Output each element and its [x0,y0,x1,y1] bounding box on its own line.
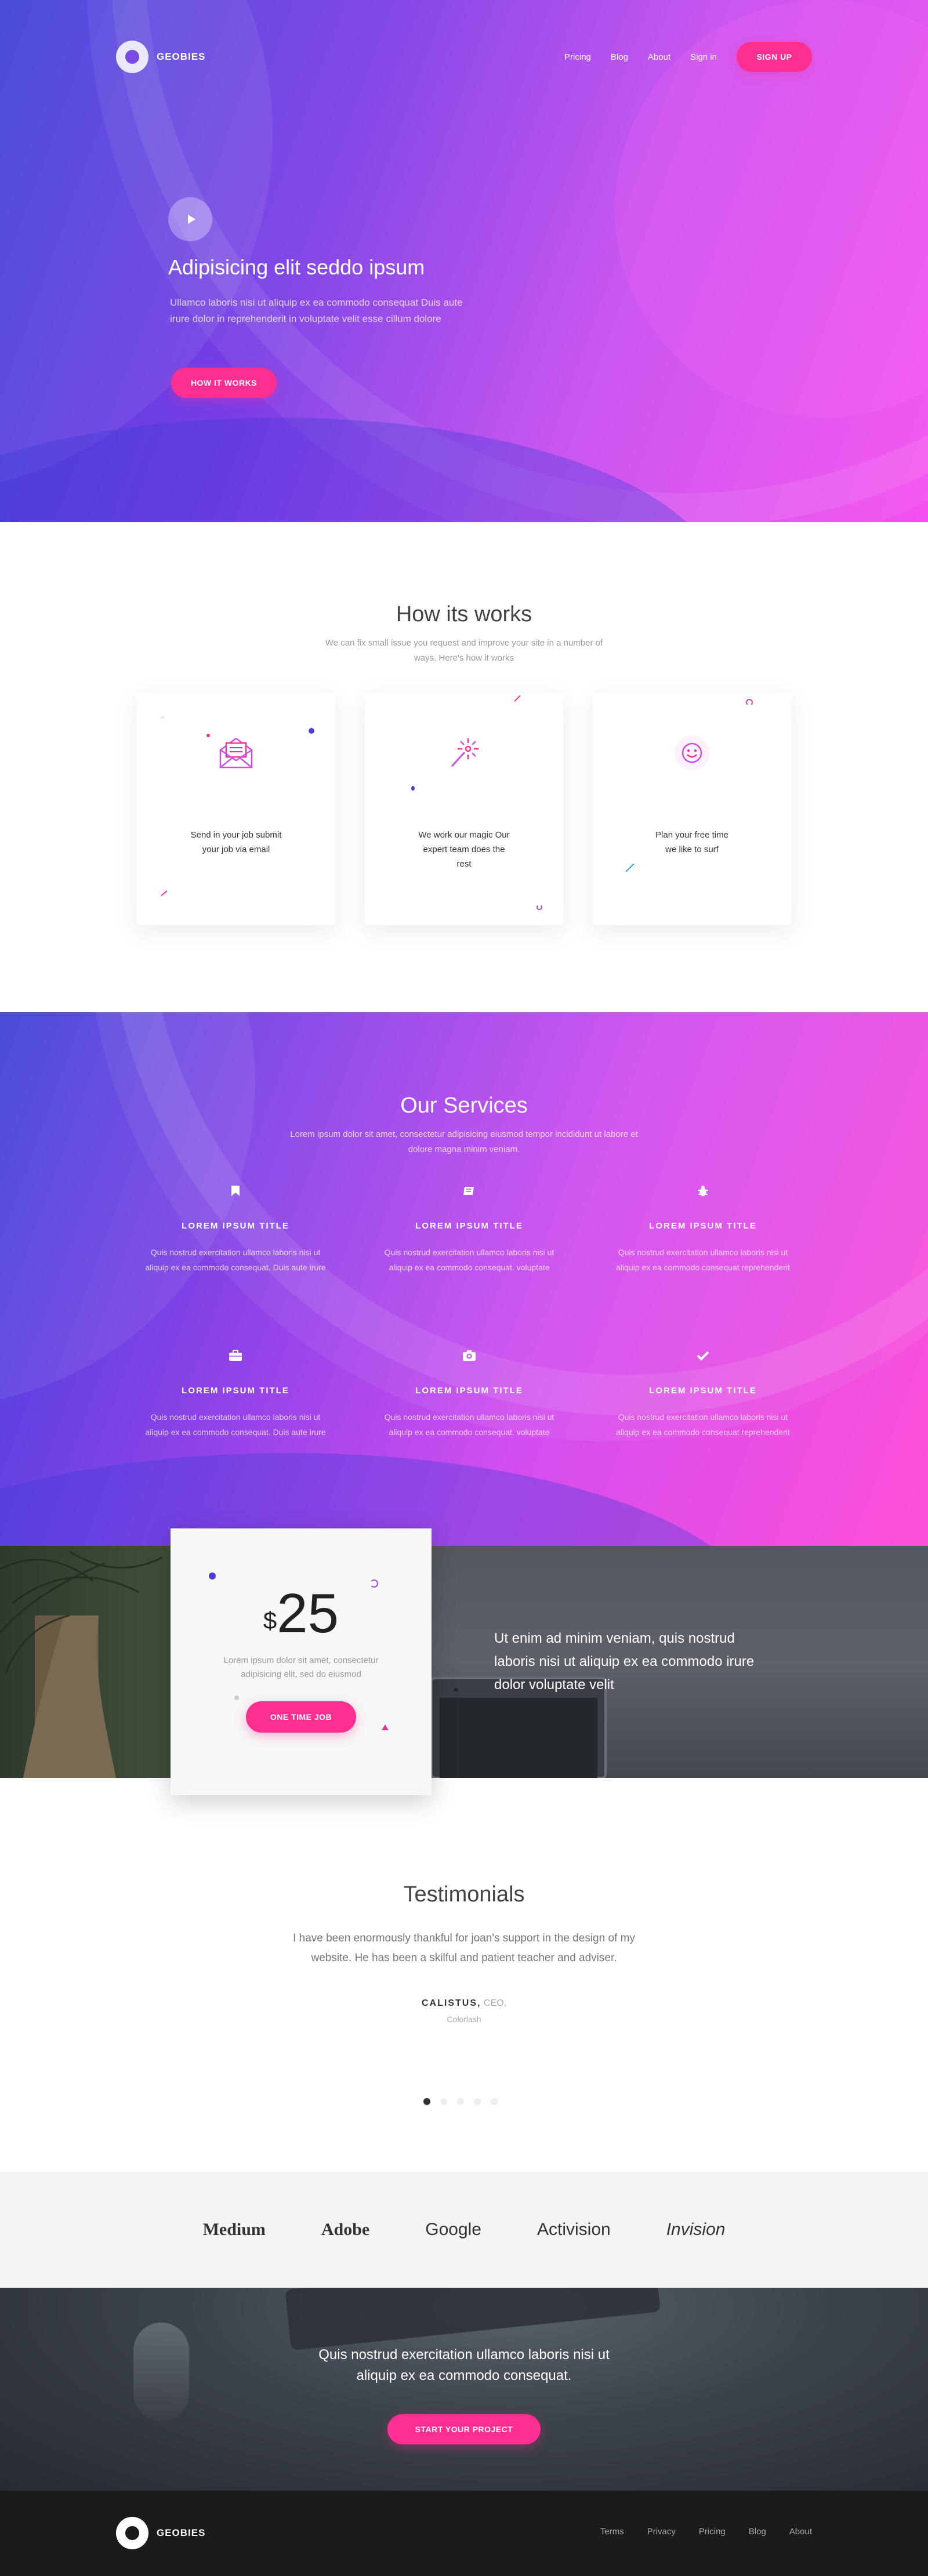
testimonial-pager [423,2098,498,2105]
price-currency: $ [263,1607,277,1634]
hero-background-shapes [0,0,928,522]
how-it-works-button[interactable]: HOW IT WORKS [171,368,277,398]
magic-wand-icon [444,733,484,773]
testimonial-quote: I have been enormously thankful for joan… [293,1932,635,1964]
start-project-button[interactable]: START YOUR PROJECT [387,2414,541,2444]
cta-section: Quis nostrud exercitation ullamco labori… [0,2288,928,2491]
logo-activision: Activision [537,2220,611,2239]
hero-lead: Ullamco laboris nisi ut aliquip ex ea co… [170,297,463,324]
services-subtitle: Lorem ipsum dolor sit amet, consectetur … [290,1129,638,1154]
testimonial-author: CALISTUS, CEO, [0,1998,928,2009]
how-card-text: Send in your job submit your job via ema… [190,830,282,854]
briefcase-icon [143,1349,328,1363]
play-video-button[interactable] [168,197,212,241]
nav-link-about[interactable]: About [648,52,670,62]
how-card-text: Plan your free time we like to surf [655,830,728,854]
logo-medium: Medium [202,2220,266,2239]
service-text: Quis nostrud exercitation ullamco labori… [384,1248,554,1272]
testimonials-title: Testimonials [403,1882,525,1907]
service-item-3: LOREM IPSUM TITLE Quis nostrud exercitat… [610,1184,796,1275]
testimonials-section: Testimonials I have been enormously than… [0,1778,928,2172]
client-logos: Medium Adobe Google Activision Invision [0,2172,928,2288]
service-text: Quis nostrud exercitation ullamco labori… [145,1412,326,1437]
how-card-2: We work our magic Our expert team does t… [365,693,563,925]
hero-section: GEOBIES Pricing Blog About Sign in SIGN … [0,0,928,522]
how-card-text: We work our magic Our expert team does t… [418,830,510,869]
service-item-4: LOREM IPSUM TITLE Quis nostrud exercitat… [143,1349,328,1440]
pricing-quote: Ut enim ad minim veniam, quis nostrud la… [494,1631,755,1693]
how-card-1: Send in your job submit your job via ema… [137,693,335,925]
pricing-section: $25 Lorem ipsum dolor sit amet, consecte… [0,1528,928,1795]
logo-google: Google [425,2220,481,2239]
how-it-works-section: How its works We can fix small issue you… [0,522,928,1012]
footer-link-terms[interactable]: Terms [600,2527,624,2537]
service-title: LOREM IPSUM TITLE [415,1386,523,1396]
keyboard-photo [285,2288,661,2351]
footer-logo[interactable]: GEOBIES [116,2517,205,2549]
footer: GEOBIES Terms Privacy Pricing Blog About [0,2491,928,2576]
play-icon [187,215,195,224]
top-nav: GEOBIES Pricing Blog About Sign in SIGN … [116,41,812,73]
logo-icon [116,2517,148,2549]
pager-dot[interactable] [491,2098,498,2105]
camera-icon [376,1349,562,1363]
brand-name: GEOBIES [157,2527,206,2538]
service-item-5: LOREM IPSUM TITLE Quis nostrud exercitat… [376,1349,562,1440]
nav-link-pricing[interactable]: Pricing [564,52,591,62]
hero-title: Adipisicing elit seddo ipsum [168,255,425,279]
price-value: $25 [171,1582,432,1646]
envelope-icon [216,733,256,773]
footer-links: Terms Privacy Pricing Blog About [600,2527,812,2537]
services-title: Our Services [400,1093,528,1118]
price-description: Lorem ipsum dolor sit amet, consectetur … [223,1655,379,1679]
price-card: $25 Lorem ipsum dolor sit amet, consecte… [171,1528,432,1795]
logo-icon [116,41,148,73]
nav-link-sign-in[interactable]: Sign in [690,52,717,62]
sign-up-button[interactable]: SIGN UP [737,42,812,72]
bug-icon [610,1184,796,1198]
service-title: LOREM IPSUM TITLE [415,1221,523,1231]
book-icon [376,1184,562,1198]
nav-link-blog[interactable]: Blog [611,52,628,62]
service-title: LOREM IPSUM TITLE [182,1386,289,1396]
footer-link-pricing[interactable]: Pricing [699,2527,726,2537]
smiley-icon [672,733,712,773]
brand-logo[interactable]: GEOBIES [116,41,205,73]
logo-adobe: Adobe [321,2220,370,2239]
bookmark-icon [143,1184,328,1198]
footer-link-privacy[interactable]: Privacy [647,2527,676,2537]
footer-link-blog[interactable]: Blog [749,2527,766,2537]
services-section: Our Services Lorem ipsum dolor sit amet,… [0,1012,928,1546]
logo-invision: Invision [666,2220,726,2239]
how-title: How its works [396,602,532,626]
check-icon [610,1349,796,1363]
pager-dot[interactable] [474,2098,481,2105]
nav-links: Pricing Blog About Sign in SIGN UP [564,42,812,72]
how-card-3: Plan your free time we like to surf [593,693,791,925]
brand-name: GEOBIES [157,51,206,62]
one-time-job-button[interactable]: ONE TIME JOB [246,1701,356,1733]
service-title: LOREM IPSUM TITLE [182,1221,289,1231]
service-text: Quis nostrud exercitation ullamco labori… [616,1412,790,1437]
service-item-2: LOREM IPSUM TITLE Quis nostrud exercitat… [376,1184,562,1275]
pager-dot[interactable] [423,2098,430,2105]
how-subtitle: We can fix small issue you request and i… [325,638,603,663]
service-text: Quis nostrud exercitation ullamco labori… [384,1412,554,1437]
cta-text: Quis nostrud exercitation ullamco labori… [318,2347,610,2383]
author-name: CALISTUS, [421,1998,481,2008]
services-background-shapes [0,1012,928,1546]
service-title: LOREM IPSUM TITLE [649,1386,757,1396]
service-title: LOREM IPSUM TITLE [649,1221,757,1231]
service-text: Quis nostrud exercitation ullamco labori… [145,1248,326,1272]
author-role: CEO, [483,1998,507,2008]
pager-dot[interactable] [457,2098,464,2105]
service-text: Quis nostrud exercitation ullamco labori… [616,1248,790,1272]
footer-link-about[interactable]: About [789,2527,812,2537]
author-company: Colorlash [447,2015,481,2024]
pager-dot[interactable] [440,2098,447,2105]
service-item-6: LOREM IPSUM TITLE Quis nostrud exercitat… [610,1349,796,1440]
service-item-1: LOREM IPSUM TITLE Quis nostrud exercitat… [143,1184,328,1275]
price-amount: 25 [277,1582,339,1644]
